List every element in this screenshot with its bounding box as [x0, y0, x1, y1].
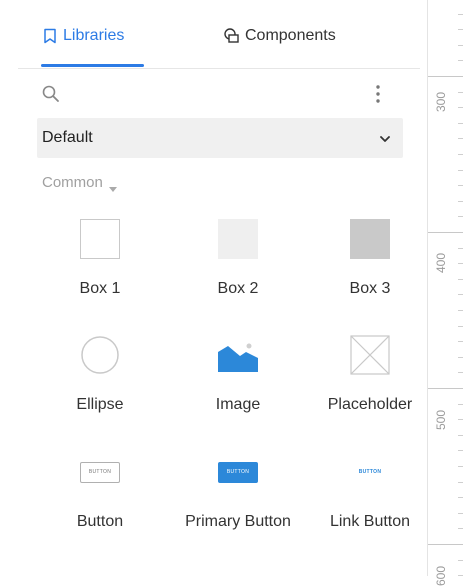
ruler-label-400: 400	[434, 252, 448, 273]
ruler-major-tick	[428, 544, 463, 545]
ellipse-icon	[78, 333, 122, 377]
library-select[interactable]: Default	[37, 118, 403, 158]
item-label: Image	[215, 396, 261, 413]
tab-components-label: Components	[245, 27, 336, 44]
tab-components[interactable]: Components	[223, 27, 336, 45]
box-2-thumbnail	[216, 217, 260, 261]
item-label: Box 3	[349, 280, 391, 297]
vertical-ruler[interactable]: 300 400 500 600	[427, 0, 463, 586]
ruler-minor-tick	[458, 170, 463, 171]
chevron-down-icon	[379, 132, 391, 144]
libraries-panel: Libraries Components Default Common Box …	[18, 0, 420, 576]
ruler-minor-tick	[458, 107, 463, 108]
item-box-2[interactable]: Box 2	[175, 217, 301, 317]
ruler-minor-tick	[458, 123, 463, 124]
item-label: Button	[76, 513, 124, 530]
ruler-minor-tick	[458, 185, 463, 186]
active-tab-indicator	[41, 64, 144, 67]
components-icon	[223, 27, 241, 45]
item-image[interactable]: Image	[175, 333, 301, 433]
box-3-thumbnail	[348, 217, 392, 261]
item-label: Box 2	[217, 280, 259, 297]
more-vertical-icon[interactable]	[373, 82, 383, 106]
ruler-minor-tick	[458, 497, 463, 498]
ruler-minor-tick	[458, 14, 463, 15]
ruler-minor-tick	[458, 419, 463, 420]
ruler-minor-tick	[458, 513, 463, 514]
ruler-major-tick	[428, 232, 463, 233]
section-common-header[interactable]: Common	[42, 174, 117, 192]
ruler-minor-tick	[458, 404, 463, 405]
ruler-minor-tick	[458, 45, 463, 46]
ruler-minor-tick	[458, 310, 463, 311]
search-row	[18, 78, 420, 110]
bookmark-icon	[41, 27, 59, 45]
ruler-minor-tick	[458, 560, 463, 561]
button-thumbnail: BUTTON	[78, 450, 122, 494]
ruler-label-300: 300	[434, 91, 448, 112]
item-box-1[interactable]: Box 1	[37, 217, 163, 317]
ruler-minor-tick	[458, 528, 463, 529]
item-label: Placeholder	[327, 396, 413, 413]
tab-libraries[interactable]: Libraries	[41, 27, 124, 45]
panel-tabs: Libraries Components	[18, 0, 420, 69]
ruler-minor-tick	[458, 263, 463, 264]
link-button-thumb-text: BUTTON	[358, 469, 382, 475]
placeholder-icon	[348, 333, 392, 377]
item-link-button[interactable]: BUTTON Link Button	[307, 450, 433, 550]
ruler-major-tick	[428, 76, 463, 77]
item-primary-button[interactable]: BUTTON Primary Button	[175, 450, 301, 550]
item-box-3[interactable]: Box 3	[307, 217, 433, 317]
ruler-minor-tick	[458, 92, 463, 93]
ruler-label-500: 500	[434, 409, 448, 430]
ruler-minor-tick	[458, 138, 463, 139]
ruler-minor-tick	[458, 294, 463, 295]
box-1-thumbnail	[78, 217, 122, 261]
ruler-minor-tick	[458, 372, 463, 373]
button-thumb-text: BUTTON	[80, 461, 120, 483]
link-button-thumbnail: BUTTON	[348, 450, 392, 494]
item-placeholder[interactable]: Placeholder	[307, 333, 433, 433]
ruler-minor-tick	[458, 29, 463, 30]
ruler-minor-tick	[458, 154, 463, 155]
tab-libraries-label: Libraries	[63, 27, 125, 44]
ruler-minor-tick	[458, 341, 463, 342]
item-label: Primary Button	[185, 513, 291, 530]
primary-button-thumb-text: BUTTON	[218, 461, 258, 483]
item-label: Link Button	[329, 513, 411, 530]
search-icon[interactable]	[41, 84, 61, 104]
ruler-major-tick	[428, 388, 463, 389]
primary-button-thumbnail: BUTTON	[216, 450, 260, 494]
caret-down-icon	[108, 180, 117, 192]
library-select-value: Default	[42, 129, 93, 146]
ruler-minor-tick	[458, 357, 463, 358]
ruler-minor-tick	[458, 60, 463, 61]
ruler-minor-tick	[458, 466, 463, 467]
item-ellipse[interactable]: Ellipse	[37, 333, 163, 433]
ruler-minor-tick	[458, 248, 463, 249]
ruler-minor-tick	[458, 450, 463, 451]
item-label: Ellipse	[76, 396, 124, 413]
item-button[interactable]: BUTTON Button	[37, 450, 163, 550]
ruler-minor-tick	[458, 279, 463, 280]
ruler-minor-tick	[458, 216, 463, 217]
ruler-minor-tick	[458, 201, 463, 202]
ruler-minor-tick	[458, 326, 463, 327]
ruler-minor-tick	[458, 482, 463, 483]
section-common-label: Common	[42, 174, 103, 191]
ruler-minor-tick	[458, 435, 463, 436]
image-icon	[216, 333, 260, 377]
item-label: Box 1	[79, 280, 121, 297]
